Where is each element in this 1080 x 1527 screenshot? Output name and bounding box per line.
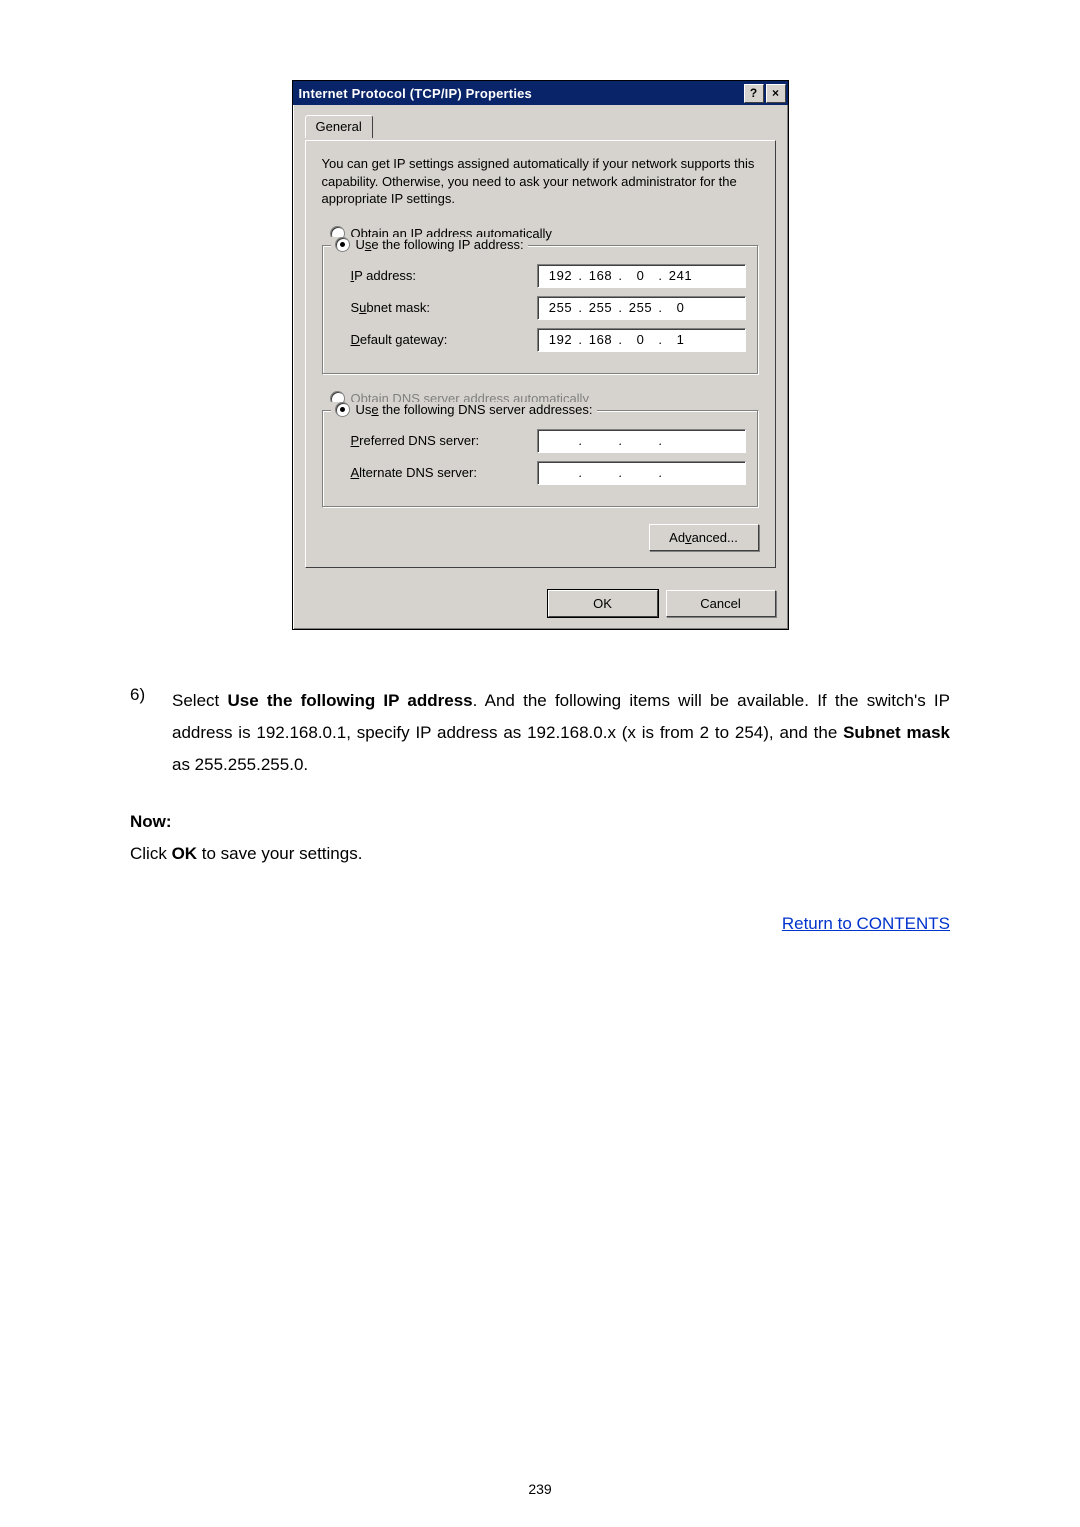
page-number: 239 <box>0 1481 1080 1497</box>
now-heading: Now: <box>130 812 950 832</box>
radio-icon[interactable] <box>335 237 350 252</box>
instruction-step-6: 6) Select Use the following IP address. … <box>130 685 950 782</box>
tcpip-properties-dialog: Internet Protocol (TCP/IP) Properties ? … <box>292 80 789 630</box>
preferred-dns-input[interactable]: . . . <box>537 429 746 453</box>
default-gateway-label: Default gateway: <box>351 332 511 347</box>
close-icon[interactable]: × <box>766 84 786 103</box>
step-text: Select Use the following IP address. And… <box>172 685 950 782</box>
dns-group: Use the following DNS server addresses: … <box>322 410 759 508</box>
titlebar: Internet Protocol (TCP/IP) Properties ? … <box>293 81 788 105</box>
alternate-dns-input[interactable]: . . . <box>537 461 746 485</box>
click-ok-text: Click OK to save your settings. <box>130 844 950 864</box>
preferred-dns-label: Preferred DNS server: <box>351 433 511 448</box>
radio-use-dns-label[interactable]: Use the following DNS server addresses: <box>356 402 593 417</box>
radio-use-ip-label[interactable]: Use the following IP address: <box>356 237 524 252</box>
advanced-button[interactable]: Advanced... <box>649 524 759 551</box>
ip-address-input[interactable]: 192. 168. 0. 241 <box>537 264 746 288</box>
subnet-mask-label: Subnet mask: <box>351 300 511 315</box>
dialog-title: Internet Protocol (TCP/IP) Properties <box>299 86 532 101</box>
return-to-contents-link[interactable]: Return to CONTENTS <box>782 914 950 933</box>
tab-panel-general: You can get IP settings assigned automat… <box>305 140 776 568</box>
radio-icon[interactable] <box>335 402 350 417</box>
cancel-button[interactable]: Cancel <box>666 590 776 617</box>
ip-address-label: IP address: <box>351 268 511 283</box>
subnet-mask-input[interactable]: 255. 255. 255. 0 <box>537 296 746 320</box>
help-icon[interactable]: ? <box>744 84 764 103</box>
tab-general[interactable]: General <box>305 115 373 138</box>
description-text: You can get IP settings assigned automat… <box>322 155 759 208</box>
ok-button[interactable]: OK <box>548 590 658 617</box>
step-number: 6) <box>130 685 154 782</box>
default-gateway-input[interactable]: 192. 168. 0. 1 <box>537 328 746 352</box>
alternate-dns-label: Alternate DNS server: <box>351 465 511 480</box>
ip-address-group: Use the following IP address: IP address… <box>322 245 759 375</box>
